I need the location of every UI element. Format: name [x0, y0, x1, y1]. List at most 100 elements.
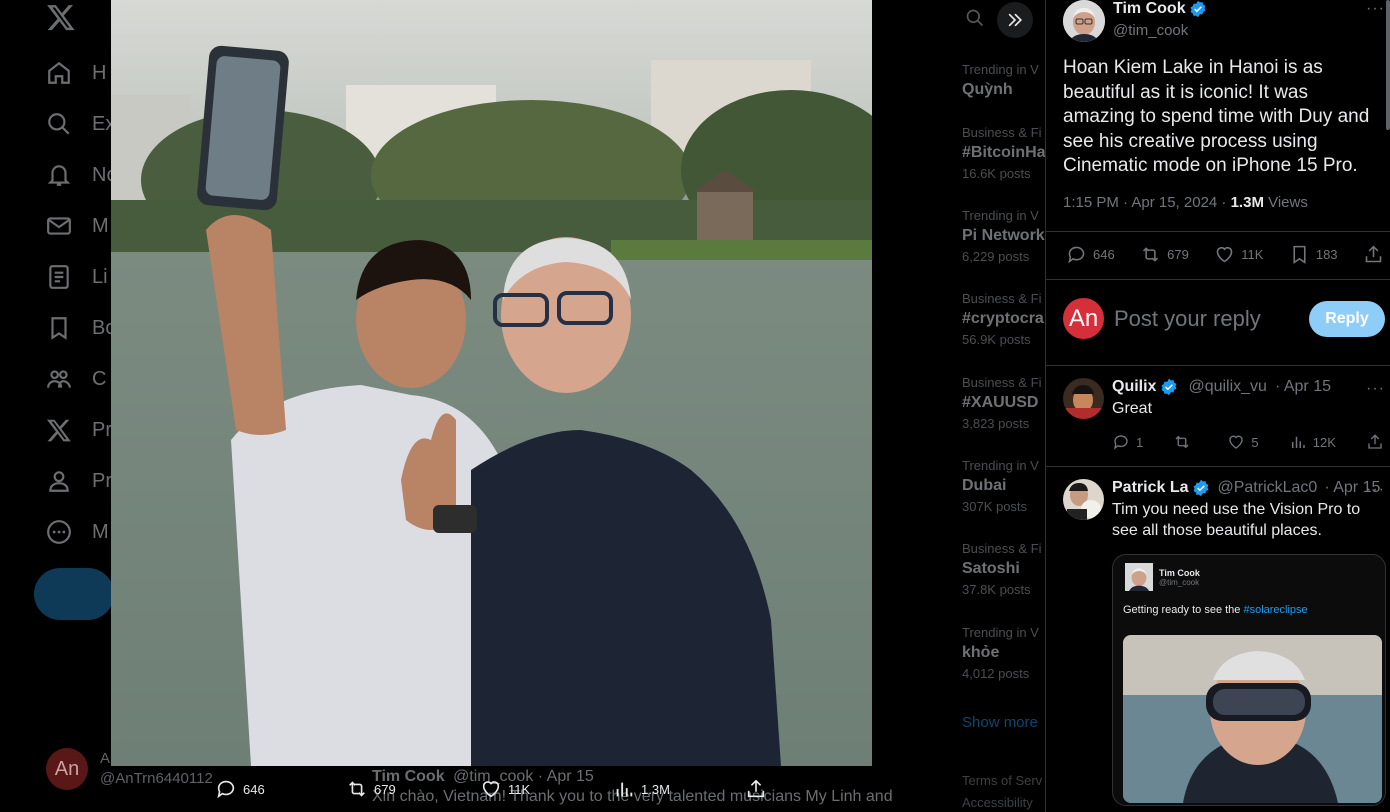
- nav-messages[interactable]: M: [46, 206, 109, 246]
- reply-author-name[interactable]: Patrick La: [1112, 479, 1188, 497]
- more-options-icon[interactable]: ···: [1366, 481, 1385, 499]
- nav-premium[interactable]: Pr: [46, 410, 112, 450]
- nav-notifications[interactable]: No: [46, 155, 118, 195]
- reply-input[interactable]: Post your reply: [1114, 306, 1299, 332]
- trend-item[interactable]: Business & Fi #XAUUSD 3,823 posts: [962, 375, 1052, 431]
- embed-text: Getting ready to see the #solareclipse: [1123, 604, 1308, 616]
- more-options-icon[interactable]: ···: [1366, 0, 1385, 18]
- views-button[interactable]: 12K: [1289, 433, 1336, 451]
- divider: [1046, 466, 1390, 467]
- photo-action-bar: 646 679 11K 1.3M: [111, 766, 872, 812]
- like-count: 11K: [1241, 247, 1264, 262]
- nav-explore[interactable]: Ex: [46, 104, 115, 144]
- reply-author-handle[interactable]: @PatrickLac0: [1217, 479, 1317, 497]
- repost-icon: [349, 781, 365, 797]
- trend-category: Business & Fi: [962, 125, 1042, 140]
- nav-more[interactable]: M: [46, 512, 109, 552]
- avatar: [1125, 563, 1153, 591]
- photo-repost-button[interactable]: 679: [346, 778, 396, 800]
- trend-title: #BitcoinHa: [962, 144, 1046, 161]
- footer-accessibility[interactable]: Accessibility: [962, 792, 1042, 812]
- nav-lists[interactable]: Li: [46, 257, 108, 297]
- repost-button[interactable]: [1173, 433, 1197, 451]
- quoted-tweet-card[interactable]: Tim Cook @tim_cook Getting ready to see …: [1112, 554, 1386, 806]
- tweet-photo[interactable]: [111, 0, 872, 766]
- trend-item[interactable]: Trending in V Quỳnh: [962, 62, 1052, 99]
- bookmark-icon: [1293, 245, 1306, 264]
- trend-item[interactable]: Business & Fi #cryptocra 56.9K posts: [962, 291, 1052, 347]
- tweet-author[interactable]: Tim Cook @tim_cook: [1063, 0, 1207, 42]
- like-button[interactable]: 5: [1227, 433, 1259, 451]
- trend-posts: 16.6K posts: [962, 166, 1031, 181]
- embed-image: [1123, 635, 1382, 803]
- reply-icon: [217, 780, 235, 799]
- reply-item[interactable]: Patrick La @PatrickLac0 · Apr 15 Tim you…: [1112, 479, 1384, 541]
- trend-item[interactable]: Trending in V khỏe 4,012 posts: [962, 625, 1052, 681]
- trend-item[interactable]: Business & Fi #BitcoinHa 16.6K posts: [962, 125, 1052, 181]
- reply-author-name[interactable]: Quilix: [1112, 378, 1156, 396]
- trend-title: #cryptocra: [962, 310, 1044, 327]
- avatar[interactable]: An: [1063, 298, 1104, 339]
- trend-item[interactable]: Business & Fi Satoshi 37.8K posts: [962, 541, 1052, 597]
- communities-icon: [47, 370, 71, 388]
- photo-reply-button[interactable]: 646: [215, 778, 265, 800]
- scrollbar[interactable]: [1386, 0, 1390, 130]
- share-button[interactable]: [1366, 433, 1384, 451]
- nav-home[interactable]: H: [46, 53, 106, 93]
- views-icon: [1291, 436, 1305, 448]
- embed-author-name: Tim Cook: [1159, 567, 1200, 578]
- author-name[interactable]: Tim Cook: [1113, 0, 1186, 18]
- tweet-meta: 1:15 PM · Apr 15, 2024 · 1.3M Views: [1063, 194, 1308, 211]
- bookmark-icon: [51, 317, 67, 340]
- author-handle[interactable]: @tim_cook: [1113, 22, 1207, 39]
- more-options-icon[interactable]: ···: [1366, 380, 1385, 398]
- avatar[interactable]: [1063, 0, 1105, 42]
- reply-button[interactable]: 646: [1066, 244, 1115, 265]
- nav-bookmarks[interactable]: Bo: [46, 308, 116, 348]
- footer-links[interactable]: Terms of Serv Accessibility: [962, 770, 1042, 812]
- show-more-link[interactable]: Show more: [962, 714, 1038, 731]
- reply-author-handle[interactable]: @quilix_vu: [1188, 378, 1267, 396]
- reply-submit-button[interactable]: Reply: [1309, 300, 1385, 337]
- avatar[interactable]: [1063, 479, 1104, 520]
- home-icon: [48, 61, 70, 84]
- tweet-timestamp[interactable]: 1:15 PM · Apr 15, 2024 ·: [1063, 194, 1231, 211]
- trend-title: Quỳnh: [962, 81, 1013, 98]
- trend-category: Trending in V: [962, 625, 1039, 640]
- like-button[interactable]: 11K: [1214, 244, 1263, 265]
- repost-count: 679: [1167, 247, 1189, 262]
- tweet-text: Hoan Kiem Lake in Hanoi is as beautiful …: [1063, 57, 1370, 176]
- trend-title: Dubai: [962, 477, 1007, 494]
- embed-hashtag[interactable]: #solareclipse: [1243, 604, 1307, 616]
- views-icon: [616, 782, 633, 797]
- repost-button[interactable]: 679: [1140, 244, 1189, 265]
- reply-item[interactable]: Quilix @quilix_vu · Apr 15 Great 1 5 12K: [1112, 378, 1384, 451]
- trend-item[interactable]: Trending in V Dubai 307K posts: [962, 458, 1052, 514]
- avatar[interactable]: [1063, 378, 1104, 419]
- trend-item[interactable]: Trending in V Pi Network 6,229 posts: [962, 208, 1052, 264]
- nav-profile[interactable]: Pr: [46, 461, 112, 501]
- reply-button[interactable]: 1: [1112, 433, 1143, 451]
- x-logo-icon[interactable]: [46, 2, 76, 32]
- footer-terms[interactable]: Terms of Serv: [962, 770, 1042, 792]
- photo-like-button[interactable]: 11K: [480, 778, 530, 800]
- heart-icon: [1229, 435, 1244, 449]
- reply-date[interactable]: · Apr 15: [1275, 378, 1331, 396]
- trend-title: #XAUUSD: [962, 394, 1039, 411]
- share-button[interactable]: [1363, 244, 1384, 265]
- search-icon[interactable]: [965, 8, 985, 28]
- avatar-image: [1063, 0, 1105, 42]
- trend-posts: 4,012 posts: [962, 666, 1030, 681]
- nav-more-label: M: [92, 520, 109, 543]
- embed-text-prefix: Getting ready to see the: [1123, 604, 1244, 616]
- bookmark-button[interactable]: 183: [1289, 244, 1338, 265]
- trend-title: khỏe: [962, 644, 1000, 661]
- photo-views-button[interactable]: 1.3M: [613, 778, 670, 800]
- photo-share-button[interactable]: [745, 778, 767, 800]
- collapse-panel-button[interactable]: [997, 2, 1033, 38]
- nav-communities[interactable]: C: [46, 359, 106, 399]
- trend-title: Pi Network: [962, 227, 1045, 244]
- post-button[interactable]: [34, 568, 114, 620]
- photo-like-count: 11K: [508, 781, 531, 797]
- bookmark-count: 183: [1315, 247, 1338, 262]
